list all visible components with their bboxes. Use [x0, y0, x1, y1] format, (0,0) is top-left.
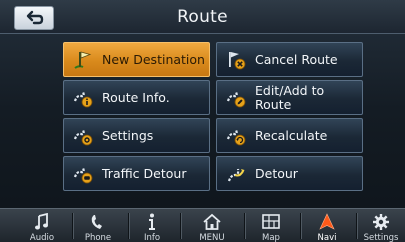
map-label: Map — [262, 233, 280, 242]
traffic-detour-button[interactable]: Traffic Detour — [63, 156, 210, 191]
phone-button[interactable]: Phone — [74, 209, 122, 242]
menu-label: Settings — [102, 127, 154, 143]
phone-icon — [91, 215, 102, 229]
info-button[interactable]: Info — [130, 209, 174, 242]
music-note-icon — [35, 213, 48, 230]
home-icon — [203, 213, 221, 230]
menu-label: Traffic Detour — [102, 165, 187, 181]
menu-label: Cancel Route — [255, 51, 338, 67]
audio-button[interactable]: Audio — [18, 209, 66, 242]
settings-nav-button[interactable]: Settings — [358, 209, 404, 242]
audio-label: Audio — [29, 233, 55, 242]
navi-label: Navi — [317, 233, 337, 242]
menu-label: Edit/Add to Route — [255, 82, 325, 112]
map-icon — [262, 214, 280, 229]
edit-add-to-route-button[interactable]: Edit/Add to Route — [216, 80, 363, 115]
info-icon — [149, 213, 155, 230]
page-title: Route — [177, 7, 228, 27]
edit-route-icon — [226, 91, 246, 107]
map-button[interactable]: Map — [246, 209, 296, 242]
header-bar: Route — [0, 0, 405, 34]
detour-button[interactable]: Detour — [216, 156, 363, 191]
info-label: Info — [143, 233, 161, 242]
settings-nav-label: Settings — [363, 233, 399, 242]
navi-button[interactable]: Navi — [302, 209, 352, 242]
navi-arrow-icon — [319, 213, 335, 230]
recalculate-icon — [226, 129, 246, 145]
menu-label: Recalculate — [255, 127, 328, 143]
detour-icon — [227, 168, 245, 181]
menu-button[interactable]: MENU — [184, 209, 240, 242]
cancel-route-button[interactable]: Cancel Route — [216, 42, 363, 77]
route-info-icon — [73, 91, 93, 107]
menu-label: New Destination — [102, 51, 205, 67]
gear-icon — [373, 214, 389, 230]
route-menu-grid: New Destination Cancel Route Route Info. — [63, 42, 363, 192]
new-destination-button[interactable]: New Destination — [63, 42, 210, 77]
menu-label: Route Info. — [102, 89, 170, 105]
recalculate-button[interactable]: Recalculate — [216, 118, 363, 153]
route-settings-icon — [73, 129, 93, 145]
traffic-detour-icon — [73, 167, 93, 183]
bottom-navigation-bar: Audio Phone Info MENU Map Navi Settings — [0, 208, 405, 242]
menu-label: Detour — [255, 165, 298, 181]
cancel-route-icon — [229, 51, 246, 69]
flag-icon — [74, 50, 92, 69]
route-screen: Route New Destination Cancel Route Route… — [0, 0, 405, 242]
menu-label: MENU — [199, 233, 225, 242]
phone-label: Phone — [84, 233, 112, 242]
settings-button[interactable]: Settings — [63, 118, 210, 153]
route-info-button[interactable]: Route Info. — [63, 80, 210, 115]
